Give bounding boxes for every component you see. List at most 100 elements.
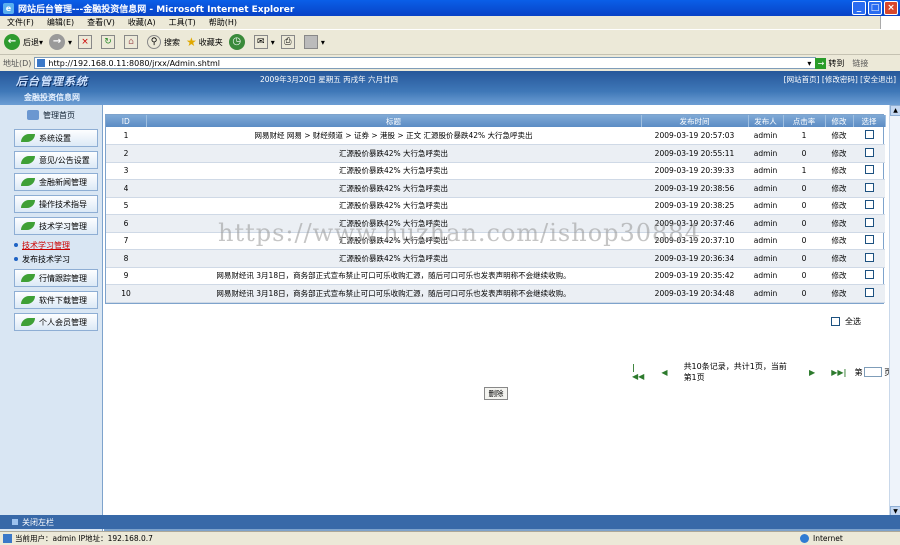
cell-select (853, 214, 885, 233)
menu-edit[interactable]: 编辑(E) (47, 17, 74, 28)
last-page-icon[interactable]: ▶▶| (831, 368, 846, 377)
leaf-icon (21, 296, 35, 304)
address-dropdown-icon[interactable]: ▾ (807, 59, 811, 68)
print-button[interactable]: ⎙ (280, 35, 298, 49)
maximize-button[interactable]: □ (868, 1, 882, 15)
col-time: 发布时间 (641, 115, 749, 127)
page-number-input[interactable] (864, 367, 883, 377)
cell-title[interactable]: 汇源股价暴跌42% 大行急呼卖出 (146, 249, 641, 268)
row-checkbox[interactable] (864, 130, 874, 139)
pager: |◀◀ ◀ 共10条记录，共计1页，当前第1页 ▶ ▶▶| 第 页 ↻ (624, 361, 900, 383)
mail-button[interactable]: ✉ ▾ (253, 35, 275, 49)
close-sidebar-bar[interactable]: 关闭左栏 (0, 515, 900, 529)
row-checkbox[interactable] (864, 252, 874, 262)
edit-link[interactable]: 修改 (825, 162, 853, 180)
vertical-scrollbar[interactable]: ▲ ▼ (889, 105, 900, 517)
sidebar-item-news[interactable]: 金融新闻管理 (14, 173, 98, 191)
col-clicks: 点击率 (783, 115, 826, 127)
cell-title[interactable]: 网易财经 网易 > 财经频道 > 证券 > 港股 > 正文 汇源股价暴跌42% … (146, 127, 641, 145)
sidebar-item-guide[interactable]: 操作技术指导 (14, 195, 98, 213)
sidebar-item-tech-learning[interactable]: 技术学习管理 (14, 217, 98, 235)
edit-link[interactable]: 修改 (825, 284, 853, 303)
scroll-up-icon[interactable]: ▲ (890, 105, 900, 116)
forward-button[interactable]: → ▾ (49, 34, 72, 50)
menu-file[interactable]: 文件(F) (7, 17, 34, 28)
bullet-icon (14, 243, 18, 247)
browser-window: e 网站后台管理---金融投资信息网 - Microsoft Internet … (0, 0, 900, 545)
row-checkbox[interactable] (864, 235, 874, 245)
favorites-button[interactable]: ★ 收藏夹 (186, 35, 223, 49)
sidebar-item-software[interactable]: 软件下载管理 (14, 291, 98, 309)
edit-button[interactable]: ▾ (303, 35, 325, 49)
edit-link[interactable]: 修改 (825, 127, 853, 145)
sidebar-subitem-tech-publish[interactable]: 发布技术学习 (14, 253, 102, 265)
sidebar-item-members[interactable]: 个人会员管理 (14, 313, 98, 331)
select-all-checkbox[interactable] (831, 317, 840, 326)
cell-user: admin (748, 162, 783, 180)
menu-tools[interactable]: 工具(T) (169, 17, 196, 28)
first-page-icon[interactable]: |◀◀ (632, 363, 645, 381)
cell-title[interactable]: 汇源股价暴跌42% 大行急呼卖出 (146, 179, 641, 198)
sidebar-home[interactable]: 管理首页 (0, 105, 102, 125)
edit-link[interactable]: 修改 (825, 232, 853, 250)
row-checkbox[interactable] (864, 147, 874, 157)
menu-favorites[interactable]: 收藏(A) (128, 17, 156, 28)
prev-page-icon[interactable]: ◀ (661, 368, 667, 377)
select-all[interactable]: 全选 (831, 316, 861, 327)
cell-title[interactable]: 汇源股价暴跌42% 大行急呼卖出 (146, 197, 641, 215)
cell-title[interactable]: 汇源股价暴跌42% 大行急呼卖出 (146, 144, 641, 163)
edit-link[interactable]: 修改 (825, 214, 853, 233)
edit-link[interactable]: 修改 (825, 267, 853, 285)
watermark: https://www.huzhan.com/ishop30884 (218, 219, 701, 247)
row-checkbox[interactable] (864, 270, 874, 280)
menu-view[interactable]: 查看(V) (87, 17, 115, 28)
row-checkbox[interactable] (864, 287, 874, 297)
sidebar-item-notice-settings[interactable]: 意见/公告设置 (14, 151, 98, 169)
back-button[interactable]: ← 后退 ▾ (4, 34, 43, 50)
menu-help[interactable]: 帮助(H) (209, 17, 237, 28)
stop-button[interactable]: × (78, 35, 95, 49)
sidebar-item-market[interactable]: 行情跟踪管理 (14, 269, 98, 287)
title-bar: e 网站后台管理---金融投资信息网 - Microsoft Internet … (0, 0, 900, 16)
cell-select (853, 249, 885, 268)
cell-user: admin (748, 197, 783, 215)
close-button[interactable]: × (884, 1, 898, 15)
cell-title[interactable]: 网易财经讯 3月18日，商务部正式宣布禁止可口可乐收购汇源，随后可口可乐也发表声… (146, 267, 641, 285)
edit-link[interactable]: 修改 (825, 197, 853, 215)
cell-user: admin (748, 249, 783, 268)
row-checkbox[interactable] (864, 165, 874, 175)
next-page-icon[interactable]: ▶ (809, 368, 815, 377)
cell-clicks: 1 (783, 127, 825, 145)
pager-info: 共10条记录，共计1页，当前第1页 (683, 362, 787, 382)
edit-link[interactable]: 修改 (825, 249, 853, 268)
cell-title[interactable]: 网易财经讯 3月18日，商务部正式宣布禁止可口可乐收购汇源，随后可口可乐也发表声… (146, 284, 641, 303)
header-links[interactable]: [网站首页] [修改密码] [安全退出] (784, 74, 896, 85)
delete-button[interactable]: 删除 (484, 387, 508, 400)
cell-title[interactable]: 汇源股价暴跌42% 大行急呼卖出 (146, 162, 641, 180)
edit-icon (303, 35, 318, 49)
history-button[interactable]: ◷ (228, 34, 248, 50)
cell-select (853, 284, 885, 303)
search-icon: ⚲ (147, 35, 162, 49)
address-bar: 地址(D) http://192.168.0.11:8080/jrxx/Admi… (0, 56, 900, 70)
go-button[interactable]: → 转到 (815, 57, 844, 69)
sidebar-item-system-settings[interactable]: 系统设置 (14, 129, 98, 147)
refresh-button[interactable]: ↻ (101, 35, 118, 49)
address-input[interactable]: http://192.168.0.11:8080/jrxx/Admin.shtm… (34, 57, 817, 69)
cell-user: admin (748, 144, 783, 163)
status-left: 当前用户：admin IP地址：192.168.0.7 (3, 533, 153, 544)
edit-link[interactable]: 修改 (825, 179, 853, 198)
cell-id: 6 (106, 214, 146, 233)
cell-user: admin (748, 232, 783, 250)
row-checkbox[interactable] (864, 182, 874, 192)
links-button[interactable]: 链接 (852, 58, 868, 69)
col-select: 选择 (853, 115, 886, 127)
row-checkbox[interactable] (864, 217, 874, 227)
sidebar-subitem-tech-manage[interactable]: 技术学习管理 (14, 239, 102, 251)
search-button[interactable]: ⚲ 搜索 (147, 35, 180, 49)
row-checkbox[interactable] (864, 200, 874, 210)
minimize-button[interactable]: _ (852, 1, 866, 15)
home-button[interactable]: ⌂ (124, 35, 141, 49)
cell-clicks: 0 (783, 214, 825, 233)
edit-link[interactable]: 修改 (825, 144, 853, 163)
